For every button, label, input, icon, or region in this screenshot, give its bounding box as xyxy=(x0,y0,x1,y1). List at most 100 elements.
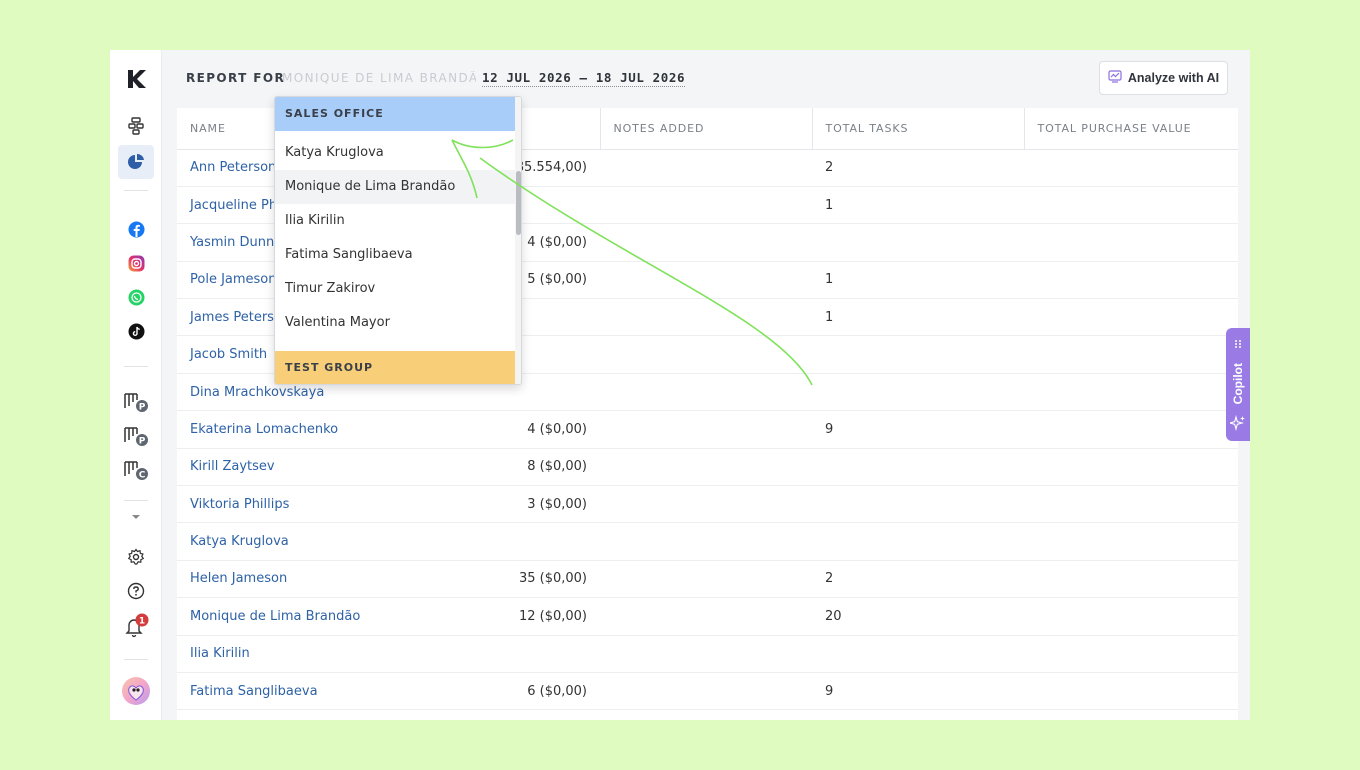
pipeline-p-icon[interactable]: P xyxy=(118,419,154,453)
pipeline-p-icon[interactable]: P xyxy=(118,385,154,419)
cell-name[interactable]: Monique de Lima Brandão xyxy=(177,597,505,636)
group-header-test-group[interactable]: TEST GROUP xyxy=(275,351,515,384)
svg-text:C: C xyxy=(139,471,146,481)
ai-analyze-icon xyxy=(1108,70,1122,86)
cell-tasks: 2 xyxy=(812,149,1024,187)
cell-tasks xyxy=(812,522,1024,561)
dropdown-item[interactable]: Monique de Lima Brandão xyxy=(275,170,515,204)
cell-notes xyxy=(600,485,812,524)
facebook-icon[interactable] xyxy=(118,212,154,246)
analyze-with-ai-button[interactable]: Analyze with AI xyxy=(1099,61,1228,95)
dropdown-scrollbar[interactable] xyxy=(515,97,521,384)
cell-purchase xyxy=(1024,672,1238,711)
cell-tasks: 9 xyxy=(812,410,1024,449)
column-header-total-purchase-value[interactable]: TOTAL PURCHASE VALUE xyxy=(1023,108,1238,150)
pipeline-c-icon[interactable]: C xyxy=(118,453,154,487)
cell-deals xyxy=(505,635,600,673)
cell-notes xyxy=(600,635,812,673)
group-header-sales-office[interactable]: SALES OFFICE xyxy=(275,97,515,131)
help-icon[interactable] xyxy=(118,574,154,608)
cell-notes xyxy=(600,223,812,262)
cell-purchase xyxy=(1024,485,1238,524)
dropdown-scrollbar-thumb[interactable] xyxy=(516,171,521,235)
cell-name[interactable]: Katya Kruglova xyxy=(177,522,505,561)
cell-notes xyxy=(600,522,812,561)
table-row: Helen Jameson 35 ($0,00) 2 xyxy=(177,560,1238,599)
cell-name[interactable]: Fatima Sanglibaeva xyxy=(177,672,505,711)
whatsapp-icon[interactable] xyxy=(118,280,154,314)
column-header-total-tasks[interactable]: TOTAL TASKS xyxy=(811,108,1024,150)
tiktok-icon[interactable] xyxy=(118,314,154,348)
cell-tasks xyxy=(812,335,1024,374)
drag-handle-icon[interactable] xyxy=(1234,334,1242,353)
cell-name[interactable]: Viktoria Phillips xyxy=(177,485,505,524)
sparkle-icon xyxy=(1227,414,1246,435)
cell-tasks: 9 xyxy=(812,672,1024,711)
cell-tasks xyxy=(812,635,1024,673)
cell-purchase xyxy=(1024,261,1238,300)
analyze-button-label: Analyze with AI xyxy=(1127,71,1220,85)
cell-notes xyxy=(600,261,812,300)
cell-purchase xyxy=(1024,335,1238,374)
cell-tasks xyxy=(812,448,1024,487)
funnel-icon[interactable] xyxy=(118,109,154,143)
table-row: Ilia Kirilin xyxy=(177,635,1238,673)
column-header-notes-added[interactable]: NOTES ADDED xyxy=(599,108,812,150)
cell-name[interactable]: Helen Jameson xyxy=(177,560,505,599)
notification-badge: 1 xyxy=(139,616,145,626)
cell-tasks xyxy=(812,485,1024,524)
cell-notes xyxy=(600,410,812,449)
cell-purchase xyxy=(1024,298,1238,337)
cell-tasks: 1 xyxy=(812,261,1024,300)
table-row: Fatima Sanglibaeva 6 ($0,00) 9 xyxy=(177,672,1238,711)
cell-purchase xyxy=(1024,373,1238,412)
cell-deals: 8 ($0,00) xyxy=(505,448,600,487)
dropdown-item[interactable]: Katya Kruglova xyxy=(275,136,515,170)
reports-icon[interactable] xyxy=(118,145,154,179)
copilot-tab[interactable]: Copilot xyxy=(1226,328,1250,441)
cell-notes xyxy=(600,186,812,225)
user-selector[interactable]: MONIQUE DE LIMA BRANDÃO xyxy=(282,71,476,85)
cell-purchase xyxy=(1024,410,1238,449)
logo-icon[interactable] xyxy=(118,62,154,96)
cell-notes xyxy=(600,672,812,711)
cell-tasks xyxy=(812,373,1024,412)
cell-name[interactable]: Ilia Kirilin xyxy=(177,635,505,673)
dropdown-item[interactable]: Ilia Kirilin xyxy=(275,204,515,238)
cell-purchase xyxy=(1024,223,1238,262)
bell-icon[interactable]: 1 xyxy=(118,608,154,642)
dropdown-item[interactable]: Fatima Sanglibaeva xyxy=(275,238,515,272)
cell-notes xyxy=(600,335,812,374)
cell-notes xyxy=(600,298,812,337)
table-row: Monique de Lima Brandão 12 ($0,00) 20 xyxy=(177,597,1238,636)
cell-purchase xyxy=(1024,597,1238,636)
cell-deals: 3 ($0,00) xyxy=(505,485,600,524)
table-row: Ekaterina Lomachenko 4 ($0,00) 9 xyxy=(177,410,1238,449)
cell-tasks: 1 xyxy=(812,186,1024,225)
report-for-label: REPORT FOR xyxy=(186,71,286,85)
cell-deals: 6 ($0,00) xyxy=(505,672,600,711)
cell-purchase xyxy=(1024,522,1238,561)
cell-notes xyxy=(600,448,812,487)
cell-name[interactable]: Ekaterina Lomachenko xyxy=(177,410,505,449)
cell-name[interactable]: Kirill Zaytsev xyxy=(177,448,505,487)
table-row: Viktoria Phillips 3 ($0,00) xyxy=(177,485,1238,524)
date-range-picker[interactable]: 12 JUL 2026 — 18 JUL 2026 xyxy=(482,70,686,87)
cell-tasks: 2 xyxy=(812,560,1024,599)
cell-deals: 12 ($0,00) xyxy=(505,597,600,636)
avatar[interactable] xyxy=(118,674,154,708)
dropdown-item[interactable]: Timur Zakirov xyxy=(275,272,515,306)
chevron-down-icon[interactable] xyxy=(118,500,154,534)
cell-tasks: 1 xyxy=(812,298,1024,337)
cell-purchase xyxy=(1024,560,1238,599)
dropdown-item[interactable]: Valentina Mayor xyxy=(275,306,515,340)
cell-purchase xyxy=(1024,149,1238,187)
settings-icon[interactable] xyxy=(118,540,154,574)
instagram-icon[interactable] xyxy=(118,246,154,280)
cell-purchase xyxy=(1024,635,1238,673)
cell-notes xyxy=(600,149,812,187)
user-dropdown[interactable]: SALES OFFICE Katya Kruglova Monique de L… xyxy=(274,96,522,385)
cell-deals: 4 ($0,00) xyxy=(505,410,600,449)
cell-notes xyxy=(600,560,812,599)
cell-tasks: 20 xyxy=(812,597,1024,636)
